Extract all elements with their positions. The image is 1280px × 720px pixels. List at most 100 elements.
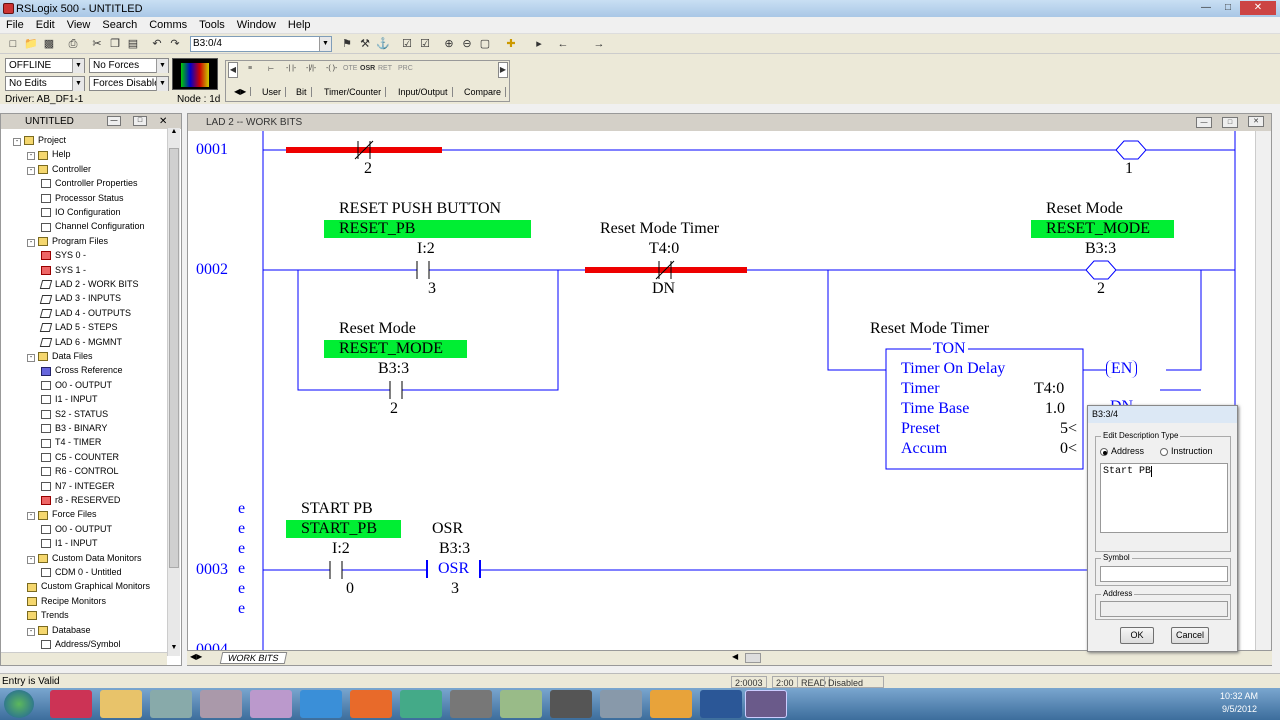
tree-item[interactable]: - Force Files bbox=[27, 507, 97, 521]
taskbar-app-10-icon[interactable] bbox=[500, 690, 542, 718]
scroll-left-icon[interactable]: ◀ bbox=[228, 62, 238, 78]
tree-hscrollbar[interactable] bbox=[1, 652, 167, 665]
collapse-icon[interactable]: - bbox=[27, 627, 35, 636]
rung-number-1[interactable]: 0001 bbox=[196, 141, 228, 159]
tab-bit[interactable]: Bit bbox=[292, 87, 312, 97]
maximize-icon[interactable]: □ bbox=[1218, 1, 1238, 15]
xio-icon[interactable]: -|/|- bbox=[306, 65, 316, 72]
undo-icon[interactable]: ↶ bbox=[150, 37, 164, 51]
zoom-in-icon[interactable]: ⊕ bbox=[442, 37, 456, 51]
prc-label[interactable]: PRC bbox=[398, 65, 413, 72]
ok-button[interactable]: OK bbox=[1120, 627, 1154, 644]
tree-item[interactable]: O0 - OUTPUT bbox=[41, 522, 112, 536]
forces-combo[interactable]: No Forces ▼ bbox=[89, 58, 169, 73]
tree-item[interactable]: SYS 1 - bbox=[41, 263, 86, 277]
rung-1-coil[interactable] bbox=[1115, 140, 1147, 160]
ladder-vscrollbar[interactable] bbox=[1255, 131, 1271, 650]
zoom-out-icon[interactable]: ⊖ bbox=[460, 37, 474, 51]
hscroll-thumb[interactable] bbox=[745, 653, 761, 663]
cancel-button[interactable]: Cancel bbox=[1171, 627, 1209, 644]
scroll-thumb[interactable] bbox=[169, 148, 179, 568]
tree-item[interactable]: I1 - INPUT bbox=[41, 392, 98, 406]
tree-item[interactable]: N7 - INTEGER bbox=[41, 479, 115, 493]
instruction-radio[interactable]: Instruction bbox=[1160, 446, 1213, 456]
tree-item[interactable]: S2 - STATUS bbox=[41, 407, 108, 421]
tab-compare[interactable]: Compare bbox=[460, 87, 507, 97]
collapse-icon[interactable]: - bbox=[27, 354, 35, 362]
taskbar-outlook-icon[interactable] bbox=[650, 690, 692, 718]
tab-work-bits[interactable]: WORK BITS bbox=[219, 652, 287, 664]
taskbar-ie-icon[interactable] bbox=[300, 690, 342, 718]
taskbar-app-12-icon[interactable] bbox=[600, 690, 642, 718]
tree-item[interactable]: Channel Configuration bbox=[41, 219, 145, 233]
tab-input-output[interactable]: Input/Output bbox=[394, 87, 453, 97]
panel-restore-icon[interactable]: □ bbox=[133, 116, 147, 126]
tree-item[interactable]: LAD 2 - WORK BITS bbox=[39, 277, 139, 291]
taskbar-app-11-icon[interactable] bbox=[550, 690, 592, 718]
collapse-icon[interactable]: - bbox=[27, 512, 35, 521]
ret-label[interactable]: RET bbox=[378, 65, 392, 72]
symbol-input[interactable] bbox=[1100, 566, 1228, 582]
taskbar-app-8-icon[interactable] bbox=[400, 690, 442, 718]
taskbar-app-1-icon[interactable] bbox=[50, 690, 92, 718]
ote-label[interactable]: OTE bbox=[343, 65, 357, 72]
copy-icon[interactable]: ❐ bbox=[108, 37, 122, 51]
tree-item[interactable]: R6 - CONTROL bbox=[41, 464, 119, 478]
scroll-down-icon[interactable]: ▼ bbox=[169, 644, 179, 654]
address-input[interactable] bbox=[1100, 601, 1228, 617]
save-icon[interactable]: ▩ bbox=[42, 37, 56, 51]
collapse-icon[interactable]: - bbox=[27, 152, 35, 161]
tree-item[interactable]: - Custom Data Monitors bbox=[27, 551, 142, 565]
clock-time[interactable]: 10:32 AM bbox=[1220, 691, 1258, 701]
tree-item[interactable]: Processor Status bbox=[41, 191, 124, 205]
ladder-restore-icon[interactable]: □ bbox=[1222, 117, 1238, 128]
rung-icon[interactable]: ≡ bbox=[248, 65, 252, 72]
tree-item[interactable]: IO Configuration bbox=[41, 205, 121, 219]
menu-edit[interactable]: Edit bbox=[30, 19, 61, 31]
taskbar-rslogix-icon[interactable] bbox=[745, 690, 787, 718]
rung-number-2[interactable]: 0002 bbox=[196, 261, 228, 279]
xic-icon[interactable]: -| |- bbox=[286, 65, 296, 72]
taskbar-folder-icon[interactable] bbox=[100, 690, 142, 718]
tree-item[interactable]: Trends bbox=[27, 608, 69, 622]
run-icon[interactable]: ▸ bbox=[532, 37, 546, 51]
close-icon[interactable]: ✕ bbox=[1240, 1, 1276, 15]
chevron-down-icon[interactable]: ▼ bbox=[319, 37, 331, 51]
tree-item[interactable]: - Help bbox=[27, 147, 71, 161]
tree-item[interactable]: - Program Files bbox=[27, 234, 108, 248]
collapse-icon[interactable]: - bbox=[27, 238, 35, 247]
tree-scrollbar[interactable]: ▲ ▼ bbox=[167, 128, 180, 656]
redo-icon[interactable]: ↷ bbox=[168, 37, 182, 51]
tree-item[interactable]: Recipe Monitors bbox=[27, 594, 106, 608]
cut-icon[interactable]: ✂ bbox=[90, 37, 104, 51]
tree-item[interactable]: SYS 0 - bbox=[41, 248, 86, 262]
new-file-icon[interactable]: □ bbox=[6, 37, 20, 51]
osr-label[interactable]: OSR bbox=[360, 65, 375, 72]
ton-en-output[interactable]: EN bbox=[1106, 360, 1138, 378]
paste-icon[interactable]: ▤ bbox=[126, 37, 140, 51]
tree-item[interactable]: r8 - RESERVED bbox=[41, 493, 120, 507]
branch-icon[interactable]: ⊢ bbox=[268, 65, 274, 73]
tree-item[interactable]: T4 - TIMER bbox=[41, 435, 101, 449]
tree-item[interactable]: LAD 4 - OUTPUTS bbox=[39, 306, 131, 320]
menu-comms[interactable]: Comms bbox=[143, 19, 193, 31]
taskbar-app-4-icon[interactable] bbox=[200, 690, 242, 718]
menu-search[interactable]: Search bbox=[96, 19, 143, 31]
address-combo[interactable]: B3:0/4 ▼ bbox=[190, 36, 332, 52]
menu-tools[interactable]: Tools bbox=[193, 19, 231, 31]
edits-combo[interactable]: No Edits ▼ bbox=[5, 76, 85, 91]
tree-item[interactable]: C5 - COUNTER bbox=[41, 450, 119, 464]
tree-item[interactable]: B3 - BINARY bbox=[41, 421, 107, 435]
tree-item[interactable]: Cross Reference bbox=[41, 363, 123, 377]
back-arrow-icon[interactable]: ← bbox=[556, 37, 570, 51]
panel-minimize-icon[interactable]: — bbox=[107, 116, 121, 126]
tree-item[interactable]: Custom Graphical Monitors bbox=[27, 579, 150, 593]
collapse-icon[interactable]: - bbox=[27, 555, 35, 564]
find-icon[interactable]: ⚑ bbox=[340, 37, 354, 51]
taskbar-app-9-icon[interactable] bbox=[450, 690, 492, 718]
forward-arrow-icon[interactable]: → bbox=[592, 37, 606, 51]
menu-file[interactable]: File bbox=[0, 19, 30, 31]
tree-item[interactable]: LAD 3 - INPUTS bbox=[39, 291, 121, 305]
tab-scroll-icon[interactable]: ◀▶ bbox=[230, 87, 252, 96]
collapse-icon[interactable]: - bbox=[13, 138, 21, 146]
